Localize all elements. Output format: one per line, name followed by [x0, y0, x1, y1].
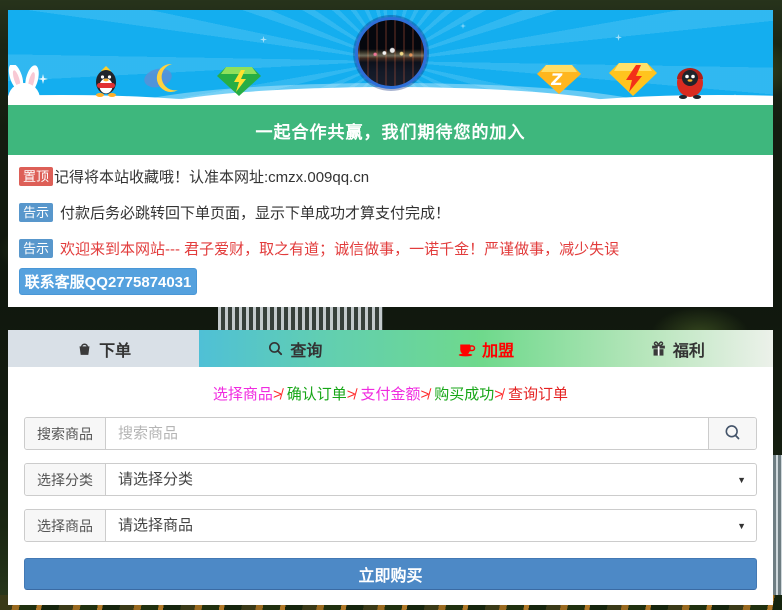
- breadcrumb: 选择商品≯确认订单≯支付金额≯购买成功≯查询订单: [24, 383, 757, 404]
- breadcrumb-step-select-product: 选择商品: [213, 386, 273, 403]
- order-card: 选择商品≯确认订单≯支付金额≯购买成功≯查询订单 搜索商品 选择分类 请选择分类…: [8, 367, 773, 605]
- green-gem-lightning-icon: [216, 65, 262, 97]
- cup-icon: [458, 341, 476, 357]
- night-city-photo-logo: [355, 17, 427, 89]
- tab-bar: 下单 查询 加盟 福利: [8, 330, 773, 367]
- select-product-label: 选择商品: [25, 510, 106, 541]
- search-product-label: 搜索商品: [25, 418, 106, 449]
- notice-row-pinned: 置顶 记得将本站收藏哦！认准本网址:cmzx.009qq.cn: [19, 166, 762, 187]
- notice-row-welcome: 告示 欢迎来到本网站--- 君子爱财，取之有道；诚信做事，一诺千金！严谨做事，减…: [19, 238, 762, 259]
- category-select[interactable]: 请选择分类: [106, 464, 756, 495]
- notice-text: 付款后务必跳转回下单页面，显示下单成功才算支付完成！: [60, 202, 450, 223]
- breadcrumb-step-query-order: 查询订单: [508, 386, 568, 403]
- slogan-text: 一起合作共赢，我们期待您的加入: [256, 118, 526, 143]
- slogan-bar: 一起合作共赢，我们期待您的加入: [8, 105, 773, 155]
- orange-gem-lightning-icon: [608, 61, 658, 97]
- bag-icon: [76, 340, 93, 357]
- breadcrumb-separator: ≯: [273, 386, 282, 403]
- contact-support-button[interactable]: 联系客服QQ2775874031: [19, 268, 197, 295]
- tab-query[interactable]: 查询: [199, 330, 390, 367]
- breadcrumb-separator: ≯: [421, 386, 430, 403]
- breadcrumb-separator: ≯: [347, 386, 356, 403]
- notice-text: 记得将本站收藏哦！认准本网址:cmzx.009qq.cn: [54, 166, 369, 187]
- z-gem-icon: Z: [536, 63, 582, 95]
- search-icon: [723, 423, 742, 445]
- search-icon: [267, 340, 284, 357]
- tab-benefits[interactable]: 福利: [582, 330, 773, 367]
- product-select[interactable]: 请选择商品: [106, 510, 756, 541]
- breadcrumb-separator: ≯: [494, 386, 503, 403]
- notice-badge: 告示: [19, 203, 53, 222]
- tab-label: 加盟: [482, 337, 514, 361]
- notice-text: 欢迎来到本网站--- 君子爱财，取之有道；诚信做事，一诺千金！严谨做事，减少失误: [60, 238, 619, 259]
- notice-row-payment: 告示 付款后务必跳转回下单页面，显示下单成功才算支付完成！: [19, 202, 762, 223]
- gift-icon: [650, 340, 667, 357]
- rabbit-icon: [8, 65, 48, 105]
- pinned-badge: 置顶: [19, 167, 53, 186]
- tab-label: 福利: [673, 337, 705, 361]
- breadcrumb-step-confirm-order: 确认订单: [287, 386, 347, 403]
- select-category-row: 选择分类 请选择分类 ▼: [24, 463, 757, 496]
- notice-badge: 告示: [19, 239, 53, 258]
- select-category-label: 选择分类: [25, 464, 106, 495]
- search-button[interactable]: [708, 418, 756, 449]
- breadcrumb-step-pay-amount: 支付金额: [360, 386, 420, 403]
- tab-label: 下单: [99, 337, 131, 361]
- breadcrumb-step-purchase-success: 购买成功: [434, 386, 494, 403]
- red-penguin-icon: [674, 63, 706, 99]
- buy-now-button[interactable]: 立即购买: [24, 558, 757, 590]
- qq-penguin-icon: [92, 65, 120, 97]
- select-product-row: 选择商品 请选择商品 ▼: [24, 509, 757, 542]
- page-container: Z 一起合作共赢，我们期待您的加入 置顶 记得将本站收藏哦！认准本网址:cmzx…: [8, 10, 773, 605]
- tab-order[interactable]: 下单: [8, 330, 199, 367]
- moon-icon: [142, 60, 188, 98]
- search-product-row: 搜索商品: [24, 417, 757, 450]
- tab-label: 查询: [290, 337, 322, 361]
- notice-section: 置顶 记得将本站收藏哦！认准本网址:cmzx.009qq.cn 告示 付款后务必…: [8, 155, 773, 307]
- tab-join[interactable]: 加盟: [391, 330, 582, 367]
- header-banner: Z: [8, 10, 773, 105]
- search-product-input[interactable]: [106, 418, 708, 449]
